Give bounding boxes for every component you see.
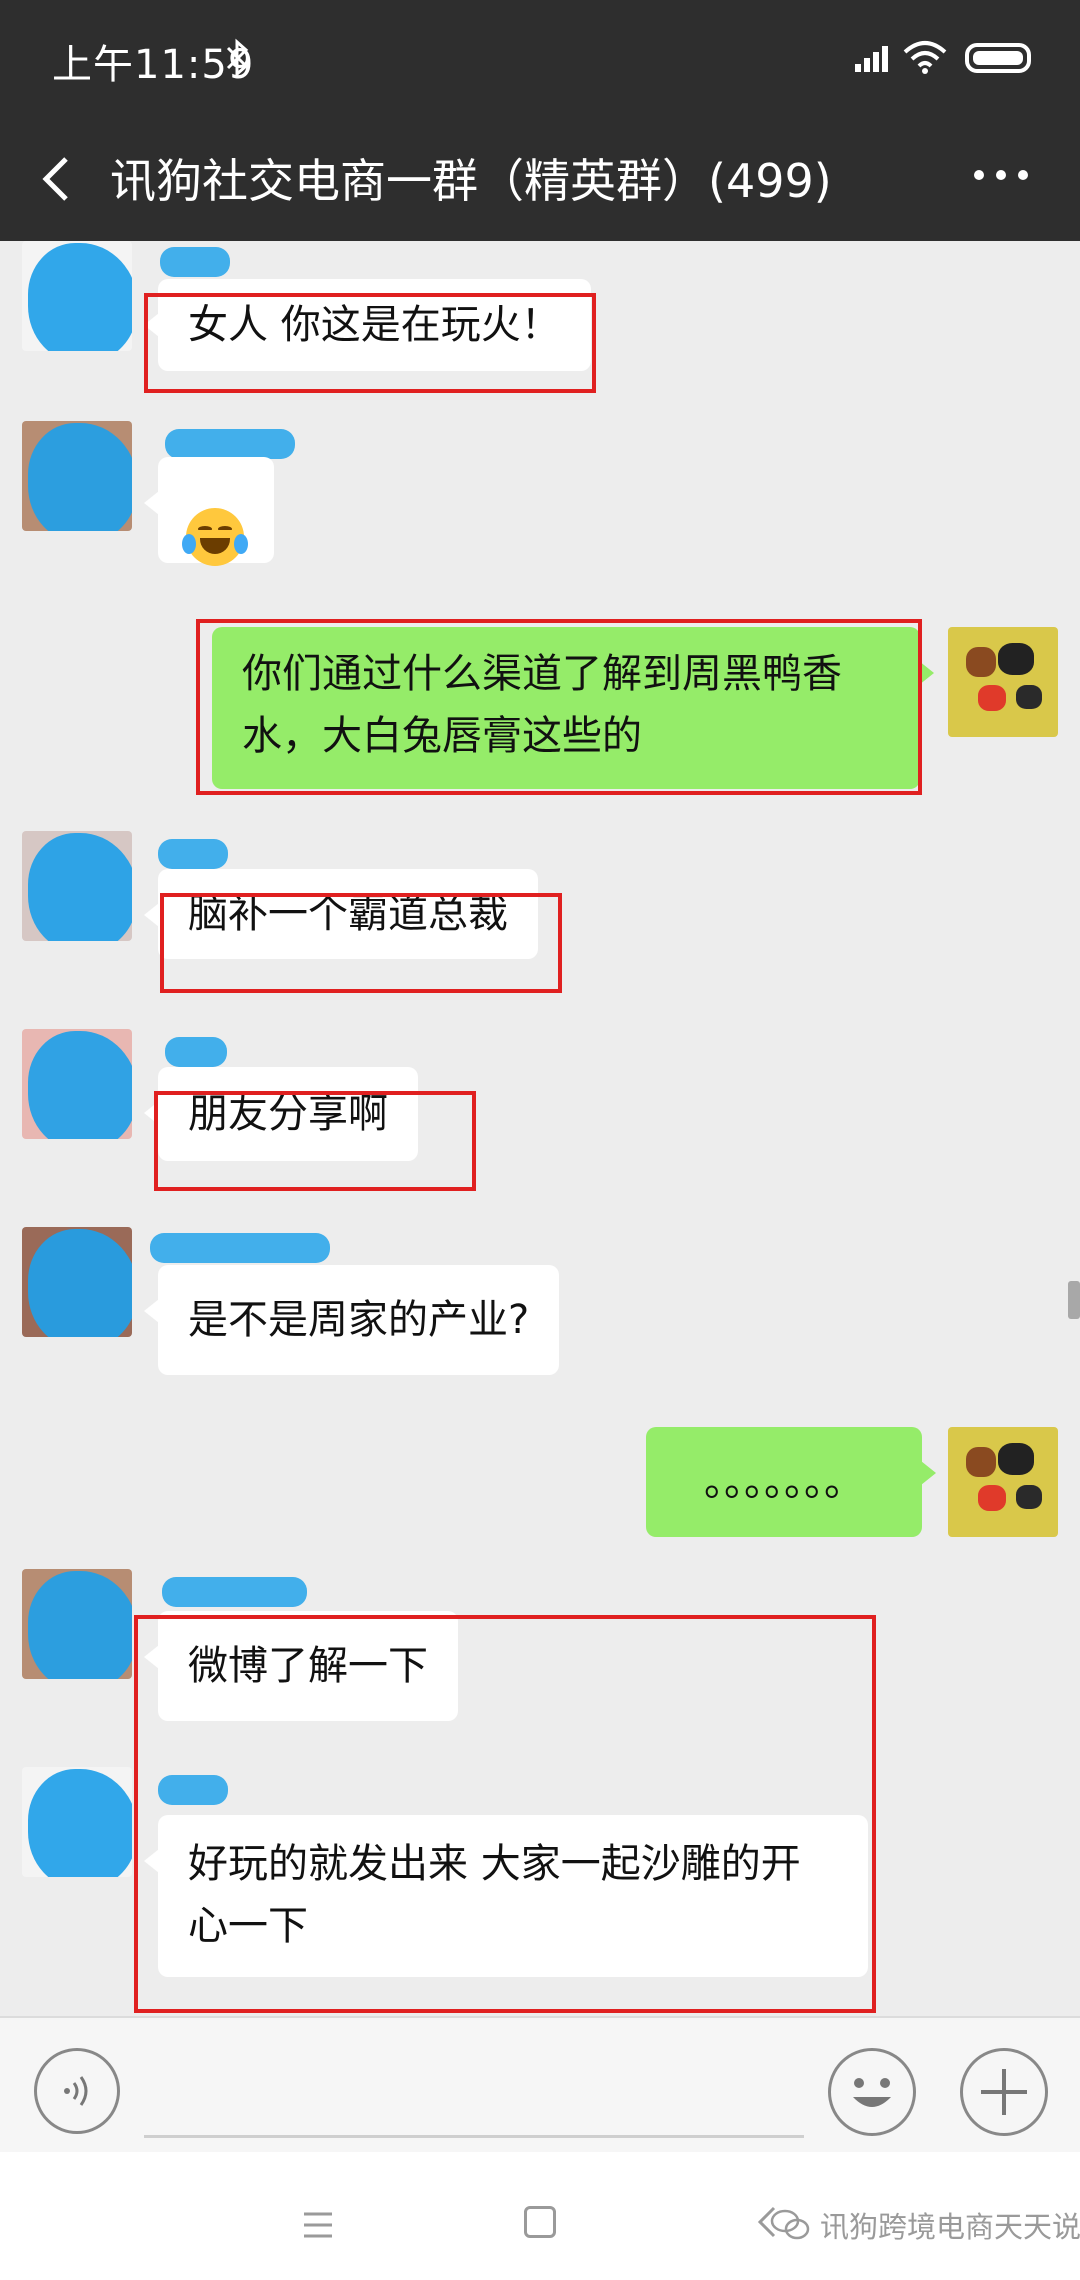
battery-icon bbox=[965, 43, 1031, 73]
emoji-button[interactable] bbox=[828, 2048, 916, 2136]
highlight-box bbox=[134, 1615, 876, 2013]
voice-button[interactable] bbox=[34, 2048, 120, 2134]
wifi-icon bbox=[903, 41, 947, 74]
emoji-icon bbox=[853, 2078, 891, 2107]
chat-messages[interactable]: 女人 你这是在玩火！ 你们通过什么渠道了解到周黑鸭香 水，大白兔唇膏这些的 脑补… bbox=[0, 241, 1080, 2016]
sender-name-redacted bbox=[165, 429, 295, 459]
message-bubble-self[interactable]: 。。。。。。。 bbox=[646, 1427, 936, 1537]
avatar[interactable] bbox=[22, 1767, 132, 1877]
message-text: 是不是周家的产业? bbox=[188, 1297, 530, 1343]
signal-icon bbox=[855, 46, 888, 72]
plus-icon bbox=[981, 2069, 1027, 2115]
highlight-box bbox=[154, 1091, 476, 1191]
tears-of-joy-emoji-icon bbox=[182, 508, 248, 566]
plus-button[interactable] bbox=[960, 2048, 1048, 2136]
highlight-box bbox=[144, 293, 596, 393]
self-avatar[interactable] bbox=[948, 1427, 1058, 1537]
sender-name-redacted bbox=[150, 1233, 330, 1263]
avatar[interactable] bbox=[22, 241, 132, 351]
avatar[interactable] bbox=[22, 1569, 132, 1679]
highlight-box bbox=[160, 893, 562, 993]
system-nav-bar: 讯狗跨境电商天天说 bbox=[0, 2152, 1080, 2280]
menu-icon[interactable] bbox=[302, 2210, 334, 2240]
sender-name-redacted bbox=[160, 247, 230, 277]
back-arrow-icon[interactable] bbox=[40, 155, 72, 203]
scroll-indicator[interactable] bbox=[1068, 1281, 1080, 1319]
sender-name-redacted bbox=[165, 1037, 227, 1067]
message-text: 。。。。。。。 bbox=[704, 1459, 864, 1505]
title-bar: 讯狗社交电商一群（精英群）(499) bbox=[0, 115, 1080, 241]
sender-name-redacted bbox=[162, 1577, 307, 1607]
sender-name-redacted bbox=[158, 839, 228, 869]
chat-title: 讯狗社交电商一群（精英群）(499) bbox=[110, 154, 832, 208]
avatar[interactable] bbox=[22, 1227, 132, 1337]
avatar[interactable] bbox=[22, 1029, 132, 1139]
self-avatar[interactable] bbox=[948, 627, 1058, 737]
wechat-icon bbox=[770, 2209, 810, 2240]
more-icon[interactable] bbox=[974, 170, 1028, 184]
input-bar bbox=[0, 2016, 1080, 2152]
avatar[interactable] bbox=[22, 831, 132, 941]
watermark: 讯狗跨境电商天天说 bbox=[770, 2204, 1080, 2246]
voice-icon bbox=[64, 2076, 88, 2106]
avatar[interactable] bbox=[22, 421, 132, 531]
message-bubble[interactable]: 是不是周家的产业? bbox=[143, 1265, 560, 1375]
highlight-box bbox=[196, 619, 922, 795]
home-icon[interactable] bbox=[524, 2206, 556, 2238]
message-input[interactable] bbox=[144, 2046, 804, 2138]
status-bar: 上午11:59 bbox=[0, 0, 1080, 115]
watermark-text: 讯狗跨境电商天天说 bbox=[820, 2210, 1080, 2244]
bluetooth-icon bbox=[226, 38, 249, 78]
